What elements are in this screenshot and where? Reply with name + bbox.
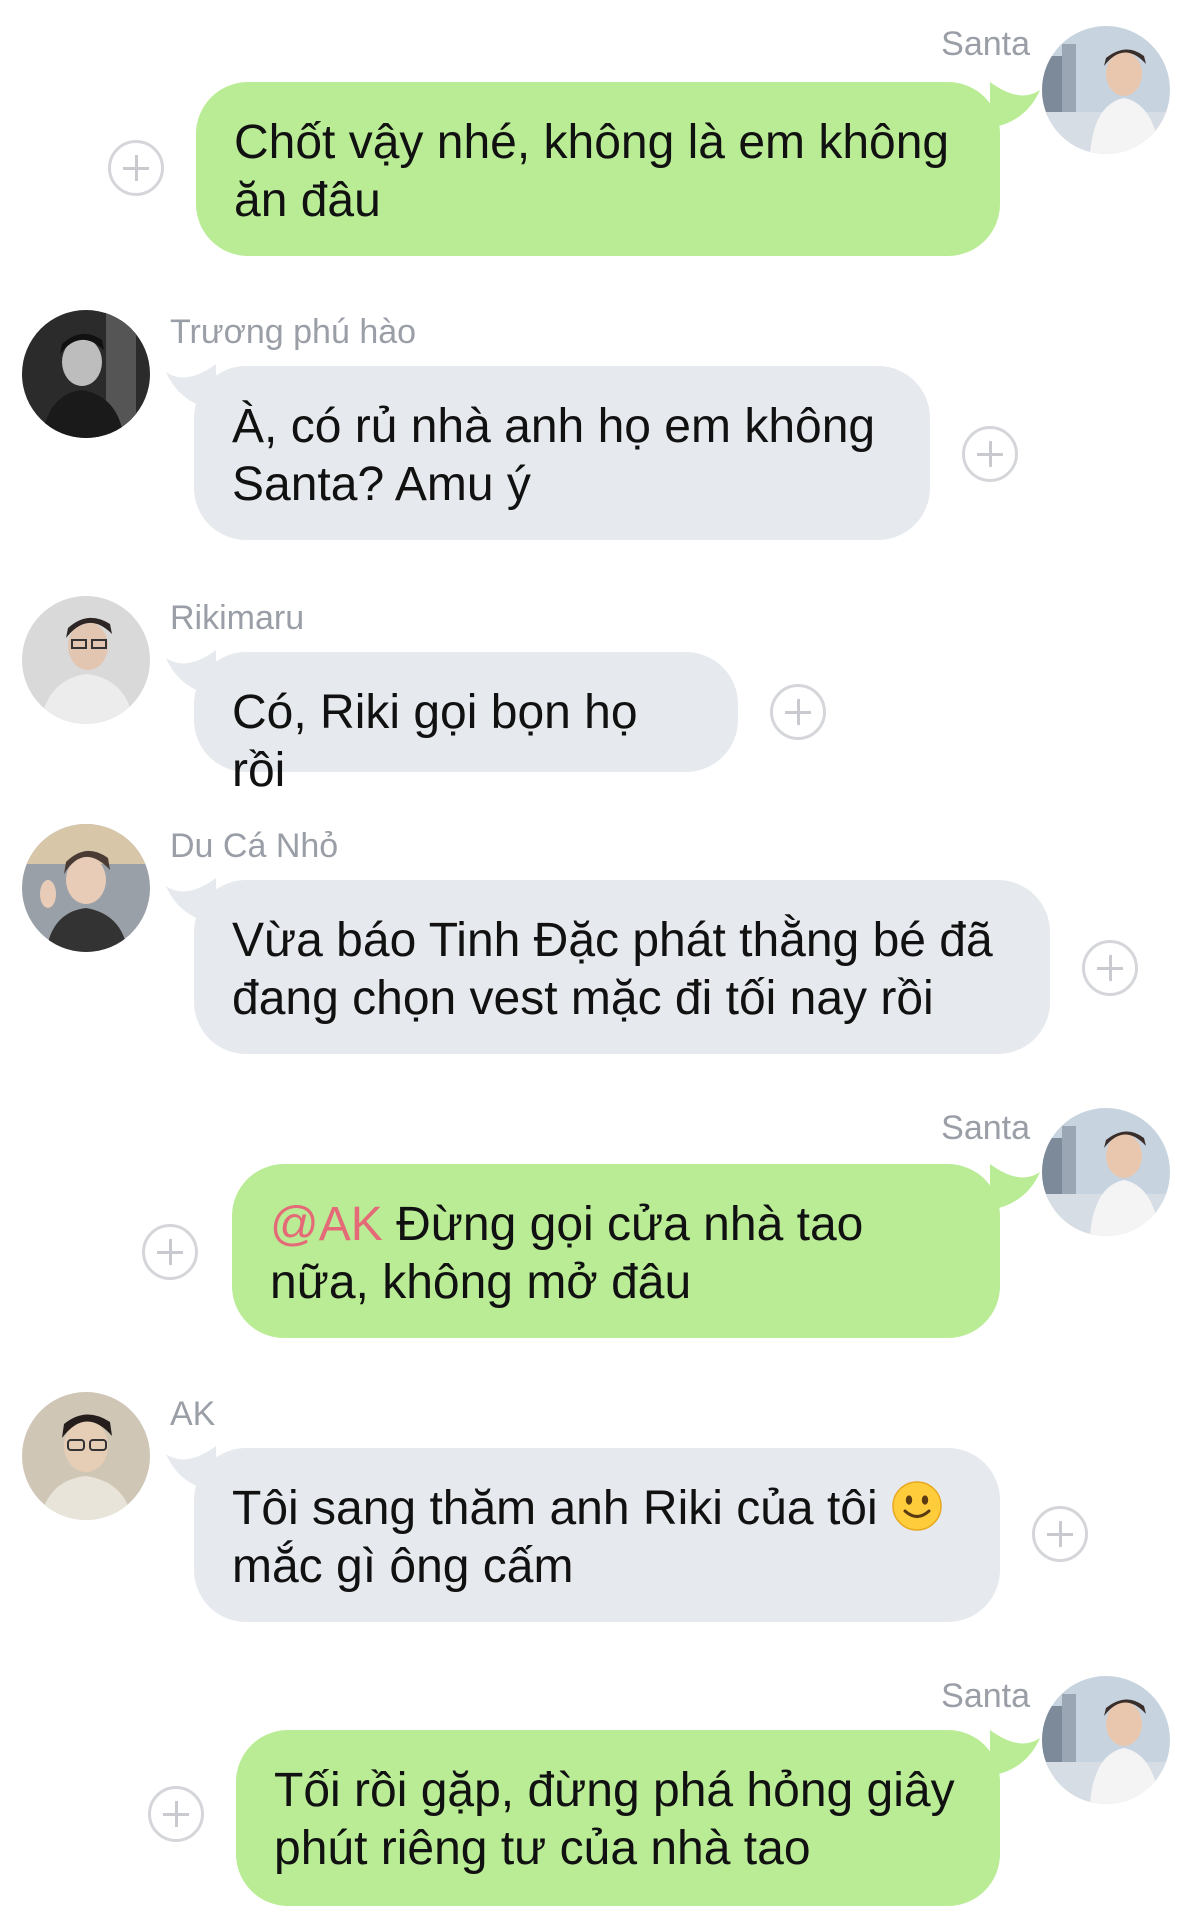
slightly-smiling-face-icon xyxy=(891,1480,943,1532)
add-reaction-button[interactable] xyxy=(108,140,164,196)
message-text: Vừa báo Tinh Đặc phát thằng bé đã đang c… xyxy=(232,914,993,1025)
sender-name: Santa xyxy=(941,1109,1030,1147)
sender-name: Trương phú hào xyxy=(170,313,417,351)
sender-name: Du Cá Nhỏ xyxy=(170,827,339,865)
add-reaction-button[interactable] xyxy=(962,426,1018,482)
message-text: À, có rủ nhà anh họ em không Santa? Amu … xyxy=(232,400,876,511)
avatar-santa[interactable] xyxy=(1042,1676,1170,1804)
avatar-santa[interactable] xyxy=(1042,26,1170,154)
message-bubble[interactable]: Tối rồi gặp, đừng phá hỏng giây phút riê… xyxy=(236,1730,1000,1906)
message-bubble[interactable]: Vừa báo Tinh Đặc phát thằng bé đã đang c… xyxy=(194,880,1050,1054)
avatar-du-ca-nho[interactable] xyxy=(22,824,150,952)
message-text: Chốt vậy nhé, không là em không ăn đâu xyxy=(234,116,950,227)
message-bubble[interactable]: À, có rủ nhà anh họ em không Santa? Amu … xyxy=(194,366,930,540)
sender-name: AK xyxy=(170,1395,216,1433)
message-bubble[interactable]: Tôi sang thăm anh Riki của tôi mắc gì ôn… xyxy=(194,1448,1000,1622)
avatar-ak[interactable] xyxy=(22,1392,150,1520)
message-text-line2: mắc gì ông cấm xyxy=(232,1540,574,1593)
avatar-santa[interactable] xyxy=(1042,1108,1170,1236)
avatar-truong-phu-hao[interactable] xyxy=(22,310,150,438)
add-reaction-button[interactable] xyxy=(1082,940,1138,996)
message-bubble[interactable]: @AK Đừng gọi cửa nhà tao nữa, không mở đ… xyxy=(232,1164,1000,1338)
sender-name: Rikimaru xyxy=(170,599,305,637)
add-reaction-button[interactable] xyxy=(770,684,826,740)
sender-name: Santa xyxy=(941,25,1030,63)
message-text: Tôi sang thăm anh Riki của tôi xyxy=(232,1482,891,1535)
message-text: Có, Riki gọi bọn họ rồi xyxy=(232,686,638,797)
add-reaction-button[interactable] xyxy=(142,1224,198,1280)
add-reaction-button[interactable] xyxy=(148,1786,204,1842)
mention-link[interactable]: @AK xyxy=(270,1198,383,1251)
message-text: Tối rồi gặp, đừng phá hỏng giây phút riê… xyxy=(274,1764,955,1875)
sender-name: Santa xyxy=(941,1677,1030,1715)
message-bubble[interactable]: Có, Riki gọi bọn họ rồi xyxy=(194,652,738,797)
avatar-rikimaru[interactable] xyxy=(22,596,150,724)
add-reaction-button[interactable] xyxy=(1032,1506,1088,1562)
message-bubble[interactable]: Chốt vậy nhé, không là em không ăn đâu xyxy=(196,82,1000,256)
